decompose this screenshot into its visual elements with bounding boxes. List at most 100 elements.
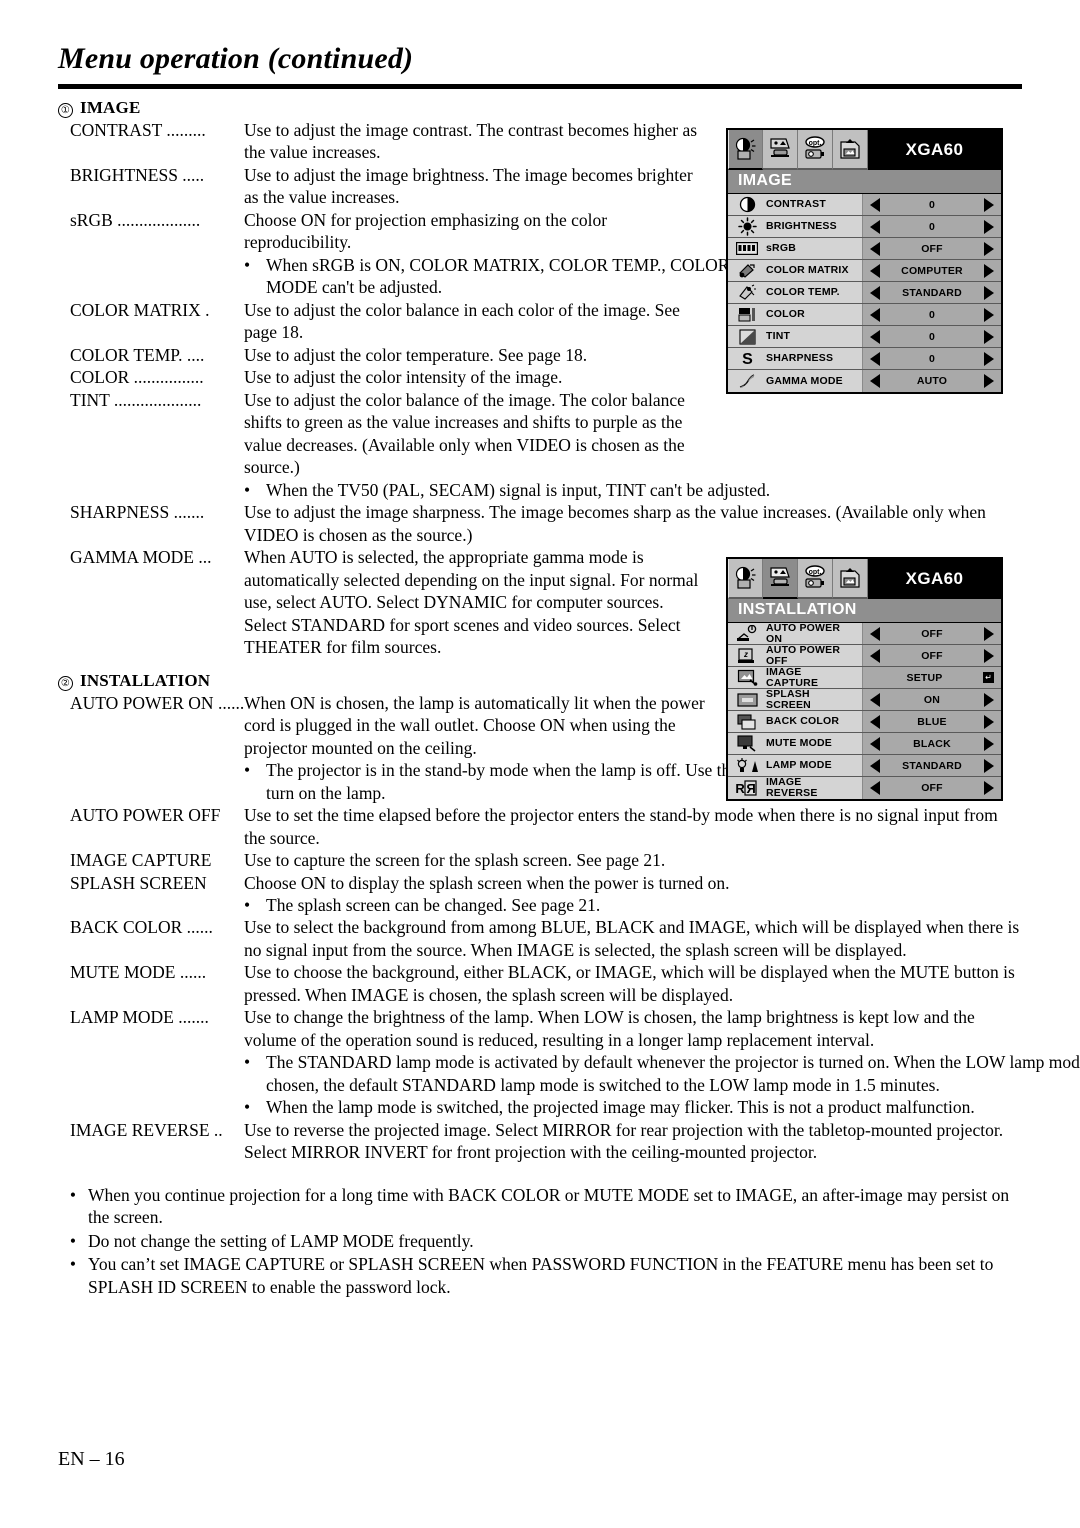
entry-gamma-mode: GAMMA MODE ... When AUTO is selected, th… [58,546,706,658]
increase-arrow-icon[interactable] [984,197,994,212]
increase-arrow-icon[interactable] [984,758,994,773]
bullet-dot-icon: • [244,760,251,781]
decrease-arrow-icon[interactable] [870,263,880,278]
osd-row-value-control[interactable]: BLACK [862,733,1001,754]
increase-arrow-icon[interactable] [984,736,994,751]
osd-row-value-control[interactable]: 0 [862,216,1001,237]
osd-row-color-temp[interactable]: COLOR TEMP. STANDARD [728,282,1001,304]
increase-arrow-icon[interactable] [984,692,994,707]
decrease-arrow-icon[interactable] [870,219,880,234]
image-tab-icon[interactable] [728,130,763,170]
osd-row-value-control[interactable]: SETUP ↵ [862,667,1001,688]
increase-arrow-icon[interactable] [984,241,994,256]
osd-row-value-control[interactable]: OFF [862,645,1001,666]
osd-row-value-control[interactable]: BLUE [862,711,1001,732]
installation-tab-icon[interactable] [763,559,798,599]
osd-row-tint[interactable]: TINT 0 [728,326,1001,348]
increase-arrow-icon[interactable] [984,781,994,795]
osd-row-label: BRIGHTNESS [766,216,862,237]
osd-row-label: MUTE MODE [766,733,862,754]
increase-arrow-icon[interactable] [984,626,994,641]
osd-row-value: OFF [921,627,943,640]
entry-term: TINT .................... [70,389,202,410]
osd-row-color-matrix[interactable]: COLOR MATRIX COMPUTER [728,260,1001,282]
osd-row-srgb[interactable]: sRGB OFF [728,238,1001,260]
decrease-arrow-icon[interactable] [870,758,880,773]
increase-arrow-icon[interactable] [984,351,994,366]
osd-row-auto-power-on[interactable]: AUTO POWER ON OFF [728,622,1001,645]
increase-arrow-icon[interactable] [984,648,994,663]
increase-arrow-icon[interactable] [984,329,994,344]
osd-row-brightness[interactable]: BRIGHTNESS 0 [728,216,1001,238]
document-page: Menu operation (continued) ① IMAGE CONTR… [0,0,1080,1528]
bullet-text: When the TV50 (PAL, SECAM) signal is inp… [266,479,771,500]
increase-arrow-icon[interactable] [984,263,994,278]
osd-row-value-control[interactable]: STANDARD [862,755,1001,776]
increase-arrow-icon[interactable] [984,219,994,234]
osd-row-value-control[interactable]: OFF [862,777,1001,799]
osd-row-value-control[interactable]: OFF [862,623,1001,644]
osd-row-back-color[interactable]: BACK COLOR BLUE [728,711,1001,733]
osd-row-image-reverse[interactable]: RR IMAGE REVERSE OFF [728,777,1001,799]
bullet-dot-icon: • [244,1097,251,1118]
feature-tab-icon[interactable] [833,559,868,599]
osd-row-value-control[interactable]: OFF [862,238,1001,259]
entry-color-matrix: COLOR MATRIX . Use to adjust the color b… [58,299,706,344]
increase-arrow-icon[interactable] [984,307,994,322]
decrease-arrow-icon[interactable] [870,197,880,212]
osd-row-value-control[interactable]: AUTO [862,370,1001,392]
decrease-arrow-icon[interactable] [870,329,880,344]
decrease-arrow-icon[interactable] [870,781,880,795]
entry-desc: Use to choose the background, either BLA… [244,962,1015,1005]
osd-row-value-control[interactable]: ON [862,689,1001,710]
osd-row-color[interactable]: COLOR 0 [728,304,1001,326]
osd-row-image-capture[interactable]: IMAGE CAPTURE SETUP ↵ [728,666,1001,689]
bullet-lamp-default-note: • The STANDARD lamp mode is activated by… [244,1051,1080,1096]
osd-row-value-control[interactable]: 0 [862,326,1001,347]
osd-row-value-control[interactable]: COMPUTER [862,260,1001,281]
decrease-arrow-icon[interactable] [870,285,880,300]
entry-image-reverse: IMAGE REVERSE .. Use to reverse the proj… [58,1119,1022,1164]
installation-tab-icon[interactable] [763,130,798,170]
osd-row-contrast[interactable]: CONTRAST 0 [728,194,1001,216]
decrease-arrow-icon[interactable] [870,241,880,256]
osd-row-value-control[interactable]: STANDARD [862,282,1001,303]
svg-text:opt.: opt. [809,140,822,147]
increase-arrow-icon[interactable] [984,714,994,729]
osd-row-auto-power-off[interactable]: z AUTO POWER OFF OFF [728,644,1001,667]
image-tab-icon[interactable] [728,559,763,599]
osd-row-splash-screen[interactable]: SPLASH SCREEN ON [728,688,1001,711]
decrease-arrow-icon[interactable] [870,714,880,729]
osd-tab-strip: opt. [728,559,868,599]
option-tab-icon[interactable]: opt. [798,559,833,599]
osd-signal-label: XGA60 [868,559,1001,599]
entry-brightness: BRIGHTNESS ..... Use to adjust the image… [58,164,706,209]
osd-row-value: 0 [928,308,936,321]
increase-arrow-icon[interactable] [984,285,994,300]
decrease-arrow-icon[interactable] [870,307,880,322]
entry-term: GAMMA MODE ... [70,547,212,568]
osd-row-mute-mode[interactable]: MUTE MODE BLACK [728,733,1001,755]
decrease-arrow-icon[interactable] [870,692,880,707]
osd-row-lamp-mode[interactable]: LAMP MODE STANDARD [728,755,1001,777]
option-tab-icon[interactable]: opt. [798,130,833,170]
bullet-text: The splash screen can be changed. See pa… [266,894,601,915]
osd-row-value-control[interactable]: 0 [862,348,1001,369]
footnote-text: When you continue projection for a long … [88,1184,1010,1228]
decrease-arrow-icon[interactable] [870,626,880,641]
decrease-arrow-icon[interactable] [870,351,880,366]
osd-row-gamma-mode[interactable]: GAMMA MODE AUTO [728,370,1001,392]
feature-tab-icon[interactable] [833,130,868,170]
lamp-mode-icon [728,755,766,776]
decrease-arrow-icon[interactable] [870,374,880,388]
osd-row-value-control[interactable]: 0 [862,194,1001,215]
footnote-text: Do not change the setting of LAMP MODE f… [88,1230,474,1251]
decrease-arrow-icon[interactable] [870,648,880,663]
osd-row-sharpness[interactable]: S SHARPNESS 0 [728,348,1001,370]
bullet-dot-icon: • [244,1052,251,1073]
bullet-text: The STANDARD lamp mode is activated by d… [266,1052,1080,1095]
increase-arrow-icon[interactable] [984,374,994,388]
decrease-arrow-icon[interactable] [870,736,880,751]
osd-row-value-control[interactable]: 0 [862,304,1001,325]
gamma-mode-icon [728,370,766,392]
